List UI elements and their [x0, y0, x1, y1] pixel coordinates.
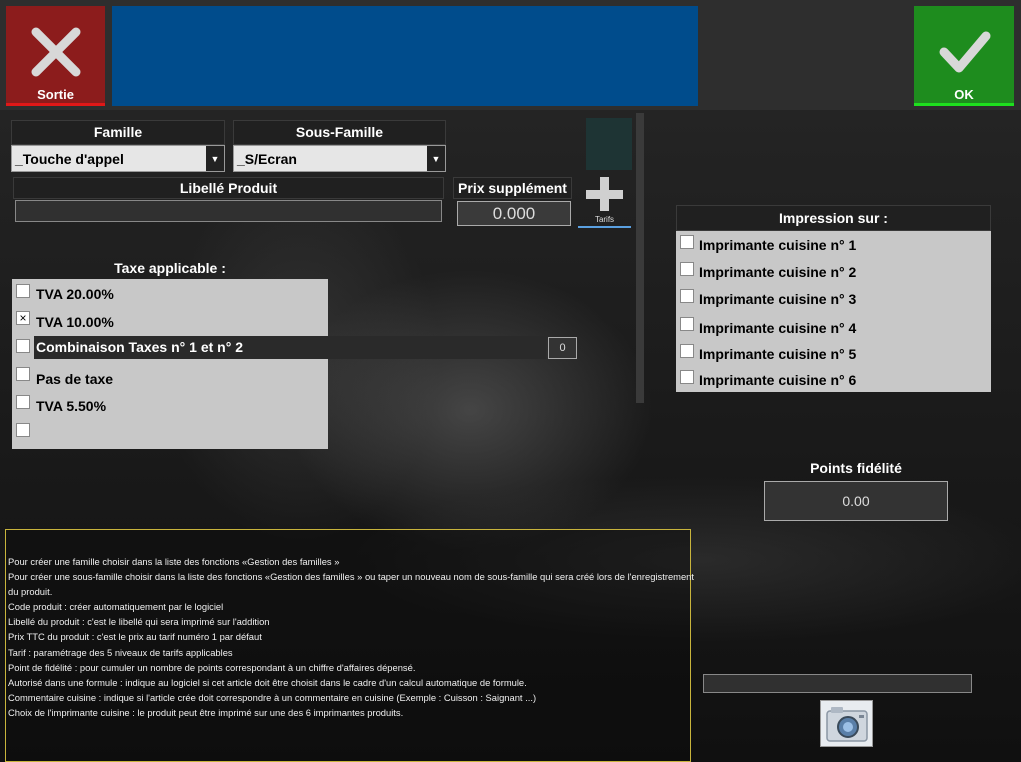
impression-panel: [676, 231, 991, 392]
info-line: Libellé du produit : c'est le libellé qu…: [8, 616, 270, 628]
libelle-header: Libellé Produit: [13, 177, 444, 199]
info-line: Code produit : créer automatiquement par…: [8, 601, 224, 613]
info-line: Choix de l'imprimante cuisine : le produ…: [8, 706, 404, 718]
taxe-checkbox-4[interactable]: [16, 367, 30, 381]
taxe-checkbox-1[interactable]: [16, 284, 30, 298]
ok-button[interactable]: OK: [914, 6, 1014, 106]
taxe-option-2: TVA 10.00%: [36, 314, 114, 330]
taxe-option-5: TVA 5.50%: [36, 398, 107, 414]
prix-header: Prix supplément: [453, 177, 572, 199]
printer-label-5: Imprimante cuisine n° 5: [699, 346, 857, 362]
taxe-header: Taxe applicable :: [114, 260, 226, 276]
exit-label: Sortie: [37, 87, 74, 102]
chevron-down-icon[interactable]: ▼: [206, 146, 224, 171]
tarifs-label: Tarifs: [594, 215, 615, 224]
bottom-field[interactable]: [703, 674, 972, 693]
info-line: Pour créer une sous-famille choisir dans…: [8, 571, 694, 583]
printer-label-2: Imprimante cuisine n° 2: [699, 264, 857, 280]
points-input[interactable]: 0.00: [764, 481, 948, 521]
taxe-checkbox-3[interactable]: [16, 339, 30, 353]
printer-label-1: Imprimante cuisine n° 1: [699, 237, 857, 253]
sous-famille-header: Sous-Famille: [233, 120, 446, 145]
camera-button[interactable]: [820, 700, 873, 747]
famille-select[interactable]: _Touche d'appel ▼: [11, 145, 225, 172]
sous-famille-value: _S/Ecran: [237, 151, 297, 167]
taxe-panel: [12, 279, 328, 449]
prix-input[interactable]: 0.000: [457, 201, 571, 226]
famille-value: _Touche d'appel: [15, 151, 124, 167]
vertical-divider: [636, 113, 644, 403]
info-line: Point de fidélité : pour cumuler un nomb…: [8, 661, 416, 673]
info-line: Prix TTC du produit : c'est le prix au t…: [8, 631, 262, 643]
taxe-checkbox-6[interactable]: [16, 423, 30, 437]
close-icon: [31, 27, 81, 77]
printer-checkbox-2[interactable]: [680, 262, 694, 276]
taxe-checkbox-2[interactable]: ×: [16, 311, 30, 325]
printer-checkbox-3[interactable]: [680, 289, 694, 303]
points-header: Points fidélité: [810, 460, 902, 476]
info-line: Tarif : paramétrage des 5 niveaux de tar…: [8, 646, 233, 658]
chevron-down-icon[interactable]: ▼: [427, 146, 445, 171]
printer-checkbox-4[interactable]: [680, 317, 694, 331]
tarifs-button[interactable]: Tarifs: [578, 173, 631, 228]
famille-header: Famille: [11, 120, 225, 145]
exit-button[interactable]: Sortie: [6, 6, 105, 106]
combinaison-value[interactable]: 0: [548, 337, 577, 359]
taxe-option-3: Combinaison Taxes n° 1 et n° 2: [36, 339, 243, 355]
printer-checkbox-6[interactable]: [680, 370, 694, 384]
info-line: Autorisé dans une formule : indique au l…: [8, 676, 527, 688]
taxe-checkbox-5[interactable]: [16, 395, 30, 409]
sous-famille-select[interactable]: _S/Ecran ▼: [233, 145, 446, 172]
taxe-option-1: TVA 20.00%: [36, 286, 114, 302]
info-line: du produit.: [8, 586, 53, 598]
printer-checkbox-1[interactable]: [680, 235, 694, 249]
printer-label-6: Imprimante cuisine n° 6: [699, 372, 857, 388]
title-bar: [112, 6, 698, 106]
info-line: Pour créer une famille choisir dans la l…: [8, 556, 340, 567]
taxe-option-4: Pas de taxe: [36, 371, 114, 387]
info-box: Pour créer une famille choisir dans la l…: [5, 529, 694, 762]
ok-label: OK: [954, 87, 974, 102]
teal-tile: [586, 118, 632, 170]
impression-header: Impression sur :: [676, 205, 991, 231]
printer-label-3: Imprimante cuisine n° 3: [699, 291, 857, 307]
printer-checkbox-5[interactable]: [680, 344, 694, 358]
libelle-input[interactable]: [15, 200, 442, 222]
camera-icon: [826, 707, 868, 742]
info-line: Commentaire cuisine : indique si l'artic…: [8, 691, 537, 703]
plus-icon: [586, 177, 623, 211]
printer-label-4: Imprimante cuisine n° 4: [699, 320, 857, 336]
checkmark-icon: [939, 31, 991, 73]
